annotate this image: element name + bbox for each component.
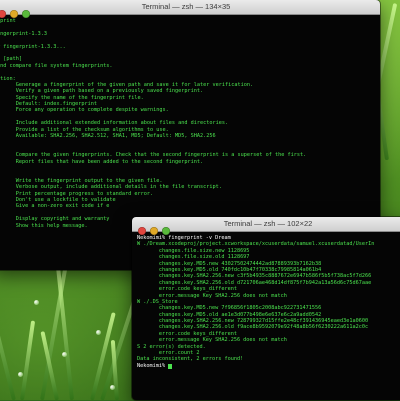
terminal-line-text: W ./Dream.xcodeproj/project.xcworkspace/… [137, 241, 375, 248]
water-drop [18, 372, 23, 377]
terminal-line-text: error.code keys_different [137, 286, 237, 293]
terminal-line-text: Show this help message. [0, 222, 88, 229]
grass-blade [0, 253, 16, 401]
terminal-line-text: Provide a list of the checksum algorithm… [0, 126, 169, 133]
terminal-line-text: ingerprint-1.3.3 [0, 30, 47, 37]
terminal-line-text: changes.key.SHA2.256.new 728799327d15ffe… [137, 318, 369, 325]
terminal-line-text: Generage a fingerprint of the given path… [0, 81, 254, 88]
terminal-line-text: changes.key.SHA2.256.new c3f5b4935c88876… [137, 273, 372, 280]
terminal-line-text: S 2 error(s) detected. [137, 343, 206, 350]
terminal-line-text: Include additional extended information … [0, 120, 229, 127]
terminal-line-text: changes.key.MD5.old 740fdc10b47f70338c79… [137, 266, 322, 273]
window-titlebar[interactable]: Terminal — zsh — 134×35 [0, 0, 380, 18]
terminal-line-text: changes.file.size.old 1128697 [137, 254, 250, 261]
water-drop [110, 385, 115, 390]
terminal-window-front[interactable]: Terminal — zsh — 102×22 Nekomimi% finger… [132, 217, 400, 400]
terminal-line-text: changes.key.MD5.old ae1e3d077b498e6e637e… [137, 311, 322, 318]
terminal-line-text: error.message Key SHA2.256 does not matc… [137, 292, 287, 299]
terminal-line-text: changes.key.MD5.new 43027502474442ad8788… [137, 260, 322, 267]
terminal-line-text: ] [path] [0, 56, 22, 63]
water-drop [96, 330, 101, 335]
terminal-line-text: Default: index.fingerprint [0, 101, 97, 108]
terminal-line-text: Specify the name of the fingerprint file… [0, 94, 144, 101]
water-drop [34, 300, 39, 305]
terminal-line-text: changes.key.SHA2.256.old f9ace8b9592079e… [137, 324, 369, 331]
grass-blade [20, 320, 36, 401]
terminal-line-text: nprint [0, 18, 16, 24]
terminal-line-text: error.message Key SHA2.256 does not matc… [137, 337, 287, 344]
terminal-line: Nekomimi% [137, 362, 399, 370]
terminal-line-text: and compare file system fingerprints. [0, 62, 113, 69]
water-drop [62, 352, 67, 357]
terminal-line-text: Display copyright and warranty [0, 216, 110, 223]
terminal-line-text: W ./.DS_Store [137, 298, 178, 305]
terminal-output[interactable]: Nekomimi% fingerprint -v Dream W ./Dream.… [132, 232, 400, 398]
terminal-line-text: Compare the given fingerprints. Check th… [0, 152, 307, 159]
window-titlebar[interactable]: Terminal — zsh — 102×22 [132, 217, 400, 235]
terminal-line-text: Print percentage progress to standard er… [0, 190, 154, 197]
terminal-line-text: Nekomimi% fingerprint -v Dream [137, 235, 231, 241]
window-title: Terminal — zsh — 102×22 [223, 219, 313, 228]
terminal-line-text: Give a non-zero exit code if e [0, 203, 110, 210]
terminal-line-text: Report files that have been added to the… [0, 158, 204, 165]
terminal-line-text: Force any operation to complete despite … [0, 107, 169, 114]
terminal-line-text: changes.key.MD5.new 7f96856f1805c2008abc… [137, 305, 322, 312]
terminal-line-text: Write the fingerprint output to the give… [0, 177, 163, 184]
terminal-line-text: Don't use a lockfile to validate [0, 196, 116, 203]
terminal-line-text: error.count 2 [137, 350, 200, 357]
terminal-line-text: Verbose output, include additional detai… [0, 184, 222, 191]
terminal-line-text: changes.key.SHA2.256.old d721706ae468d14… [137, 279, 372, 286]
terminal-line-text: Available: SHA2.256, SHA2.512, SHA1, MD5… [0, 133, 216, 140]
terminal-line-text: w fingerprint-1.3.3... [0, 43, 66, 50]
terminal-line-text: Nekomimi% [137, 362, 169, 369]
window-title: Terminal — zsh — 134×35 [141, 2, 231, 11]
terminal-line-text: Verify a given path based on a previousl… [0, 88, 204, 95]
terminal-line-text: Data inconsistent, 2 errors found! [137, 356, 244, 363]
text-cursor [168, 363, 172, 370]
terminal-line-text: ation: [0, 75, 16, 82]
terminal-line-text: changes.file.size.new 1128695 [137, 247, 250, 254]
terminal-line-text: error.code keys_different [137, 330, 237, 337]
